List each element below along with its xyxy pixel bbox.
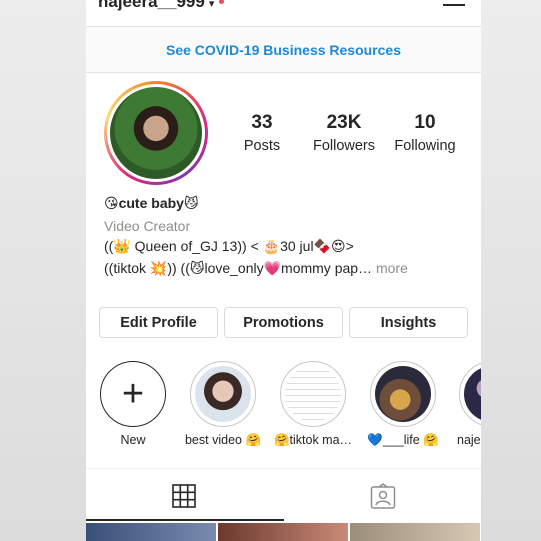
chevron-down-icon: ▾ — [208, 0, 215, 10]
highlight-item[interactable]: 💙___life 🤗 — [363, 361, 443, 448]
tagged-photos-icon[interactable] — [370, 483, 396, 509]
avatar[interactable] — [104, 81, 208, 185]
highlight-label: best video 🤗 — [184, 433, 262, 447]
followers-stat[interactable]: 23K Followers — [304, 112, 384, 154]
posts-stat[interactable]: 33 Posts — [222, 112, 302, 154]
posts-label: Posts — [243, 138, 281, 154]
grid-icon[interactable] — [172, 484, 196, 508]
highlight-cover — [195, 366, 251, 422]
profile-photo — [110, 87, 202, 179]
profile-name: 😘cute baby😼 — [104, 195, 199, 211]
edit-profile-button[interactable]: Edit Profile — [99, 307, 218, 338]
following-label: Following — [394, 138, 456, 154]
following-count: 10 — [414, 112, 436, 133]
highlight-cover — [464, 366, 481, 422]
highlight-cover — [285, 366, 341, 422]
covid-resources-link[interactable]: See COVID-19 Business Resources — [86, 27, 481, 73]
profile-screen: najeera__999 ▾ See COVID-19 Business Reso… — [86, 0, 481, 541]
highlight-label: naje — [457, 433, 481, 447]
right-backdrop — [481, 0, 541, 541]
notification-dot-icon — [219, 0, 225, 4]
following-stat[interactable]: 10 Following — [385, 112, 465, 154]
insights-button[interactable]: Insights — [349, 307, 468, 338]
plus-icon: + — [121, 373, 145, 415]
highlight-item[interactable]: best video 🤗 — [183, 361, 263, 448]
post-thumbnail[interactable] — [350, 523, 480, 541]
followers-label: Followers — [312, 138, 376, 154]
active-tab-indicator — [86, 519, 284, 521]
menu-icon[interactable] — [443, 4, 465, 6]
bio-line-2-text: ((tiktok 💥)) ((😼love_only💗mommy pap… — [104, 260, 373, 276]
username: najeera__999 — [98, 0, 205, 11]
post-thumbnail[interactable] — [86, 523, 216, 541]
highlight-new[interactable]: + New — [93, 361, 173, 447]
bio-line-1: ((👑 Queen of_GJ 13)) < 🎂30 jul🍫😍> — [104, 238, 354, 254]
profile-tabs — [86, 468, 481, 521]
highlight-item[interactable]: 🤗tiktok ma… — [273, 361, 353, 448]
followers-count: 23K — [326, 112, 362, 133]
profile-category: Video Creator — [104, 218, 191, 234]
bio-more-link[interactable]: more — [376, 260, 408, 276]
highlight-label: New — [120, 433, 146, 447]
post-thumbnail[interactable] — [218, 523, 348, 541]
highlight-cover — [375, 366, 431, 422]
top-bar: najeera__999 ▾ — [86, 0, 481, 27]
promotions-button[interactable]: Promotions — [224, 307, 343, 338]
bio-line-2: ((tiktok 💥)) ((😼love_only💗mommy pap… mor… — [104, 257, 474, 279]
left-backdrop — [0, 0, 86, 541]
posts-count: 33 — [251, 112, 273, 133]
username-switcher[interactable]: najeera__999 ▾ — [98, 0, 225, 12]
highlight-label: 💙___life 🤗 — [367, 433, 439, 447]
highlight-item[interactable]: naje — [445, 361, 481, 447]
highlight-label: 🤗tiktok ma… — [273, 433, 353, 447]
